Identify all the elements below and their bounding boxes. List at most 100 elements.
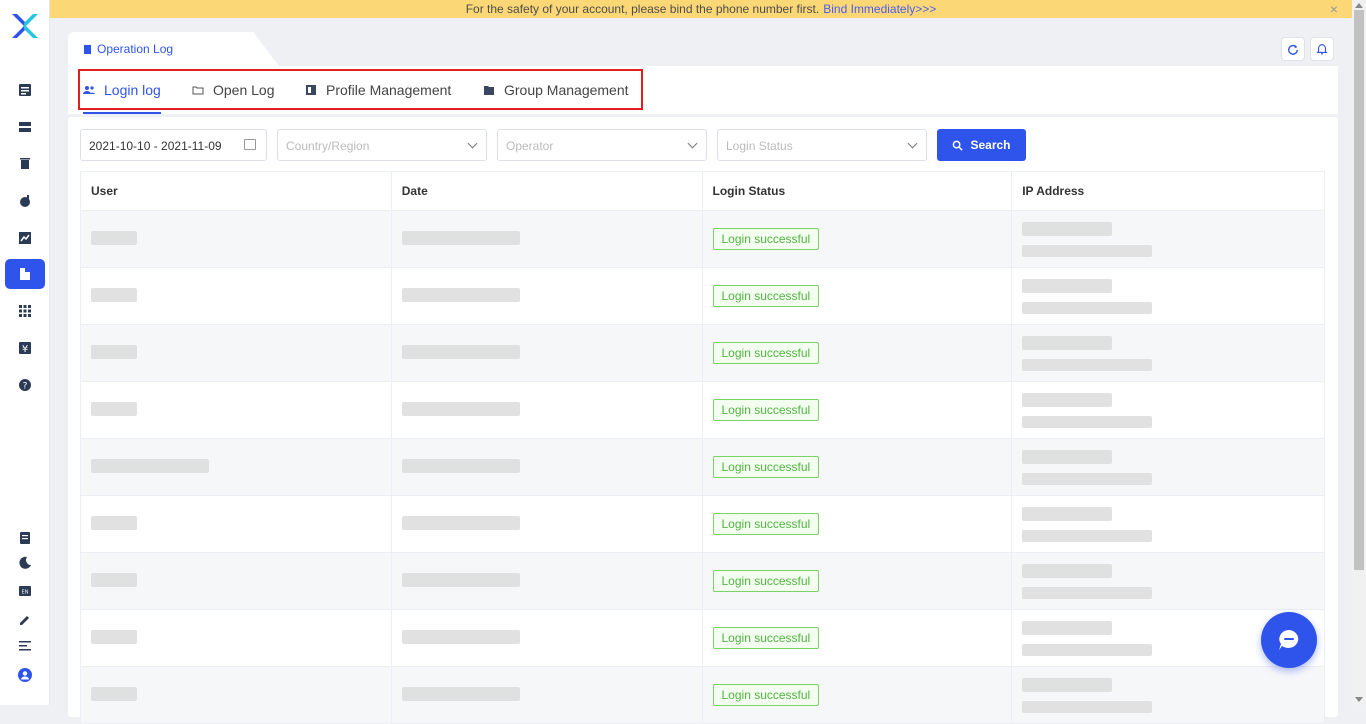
operation-log-icon[interactable] [5,259,45,289]
redacted-user [91,344,137,359]
status-badge: Login successful [712,456,820,478]
notes-icon[interactable] [14,527,36,549]
table-row: Login successful [80,666,1325,724]
app-logo[interactable] [12,12,38,40]
language-icon[interactable]: EN [14,580,36,602]
redacted-ip-location [1022,529,1153,542]
operator-select[interactable]: Operator [497,129,707,161]
column-header-date: Date [390,171,703,211]
cell-login-status: Login successful [701,609,1013,667]
cell-user [80,267,392,325]
cell-date [390,267,703,325]
redacted-ip-location [1022,700,1153,713]
refresh-button[interactable] [1281,37,1305,61]
redacted-ip [1022,335,1113,350]
scroll-down-arrow-icon[interactable] [1355,697,1363,702]
cell-date [390,381,703,439]
sidebar: ¥ ? EN [0,0,50,705]
redacted-ip-location [1022,643,1153,656]
redacted-ip [1022,677,1113,692]
login-status-select[interactable]: Login Status [717,129,927,161]
cell-login-status: Login successful [701,267,1013,325]
edit-icon[interactable] [14,609,36,631]
cell-user [80,666,392,724]
table-row: Login successful [80,210,1325,268]
scroll-thumb[interactable] [1354,10,1364,570]
notifications-button[interactable] [1310,37,1334,61]
login-log-table: User Date Login Status IP Address Login … [80,171,1325,724]
redacted-user [91,287,137,302]
redacted-user [91,515,137,530]
table-row: Login successful [80,552,1325,610]
cell-ip-address [1011,438,1325,496]
redacted-ip-location [1022,415,1153,428]
cell-ip-address [1011,666,1325,724]
chevron-down-icon [467,138,478,149]
cell-login-status: Login successful [701,552,1013,610]
redacted-ip [1022,221,1113,236]
user-avatar-icon[interactable] [14,664,36,686]
help-icon[interactable]: ? [14,374,36,396]
redacted-date [401,344,520,359]
table-row: Login successful [80,324,1325,382]
status-badge: Login successful [712,627,820,649]
cell-login-status: Login successful [701,324,1013,382]
cell-user [80,495,392,553]
trash-icon[interactable] [14,152,36,174]
redacted-user [91,230,137,245]
bomb-icon[interactable] [14,190,36,212]
tabs-highlight-box [78,69,643,110]
bind-immediately-link[interactable]: Bind Immediately>>> [823,2,936,16]
status-badge: Login successful [712,399,820,421]
cell-user [80,609,392,667]
search-button[interactable]: Search [937,129,1026,161]
page-tab-label: Operation Log [97,42,174,56]
banner-message: For the safety of your account, please b… [465,2,820,16]
banner-close-icon[interactable]: × [1330,1,1338,17]
billing-icon[interactable]: ¥ [14,337,36,359]
redacted-date [401,686,520,701]
cell-user [80,210,392,268]
page-tab-operation-log[interactable]: Operation Log [68,32,279,66]
cell-user [80,552,392,610]
cell-date [390,609,703,667]
document-list-icon[interactable] [14,79,36,101]
redacted-date [401,572,520,587]
cell-date [390,210,703,268]
status-placeholder: Login Status [726,139,793,153]
date-range-picker[interactable]: 2021-10-10 - 2021-11-09 [80,129,267,161]
table-row: Login successful [80,438,1325,496]
redacted-ip [1022,449,1113,464]
refresh-icon [1288,44,1298,55]
chevron-down-icon [687,138,698,149]
cell-date [390,495,703,553]
scroll-up-arrow-icon[interactable] [1355,3,1363,8]
redacted-ip [1022,278,1113,293]
redacted-ip [1022,392,1113,407]
redacted-ip [1022,506,1113,521]
apps-grid-icon[interactable] [14,300,36,322]
redacted-date [401,515,520,530]
server-icon[interactable] [14,116,36,138]
dark-mode-icon[interactable] [14,552,36,574]
country-region-select[interactable]: Country/Region [277,129,487,161]
collapse-menu-icon[interactable] [14,635,36,657]
redacted-user [91,458,209,473]
cell-date [390,438,703,496]
column-header-login-status: Login Status [701,171,1013,211]
redacted-date [401,230,520,245]
document-icon [84,45,91,54]
redacted-user [91,401,137,416]
column-header-user: User [80,171,392,211]
cell-user [80,438,392,496]
cell-ip-address [1011,324,1325,382]
chart-icon[interactable] [14,227,36,249]
redacted-user [91,629,137,644]
page-scrollbar[interactable] [1352,0,1366,705]
cell-login-status: Login successful [701,666,1013,724]
cell-login-status: Login successful [701,495,1013,553]
redacted-ip-location [1022,472,1153,485]
support-chat-button[interactable] [1261,612,1317,668]
search-label: Search [970,138,1011,152]
redacted-ip-location [1022,358,1153,371]
